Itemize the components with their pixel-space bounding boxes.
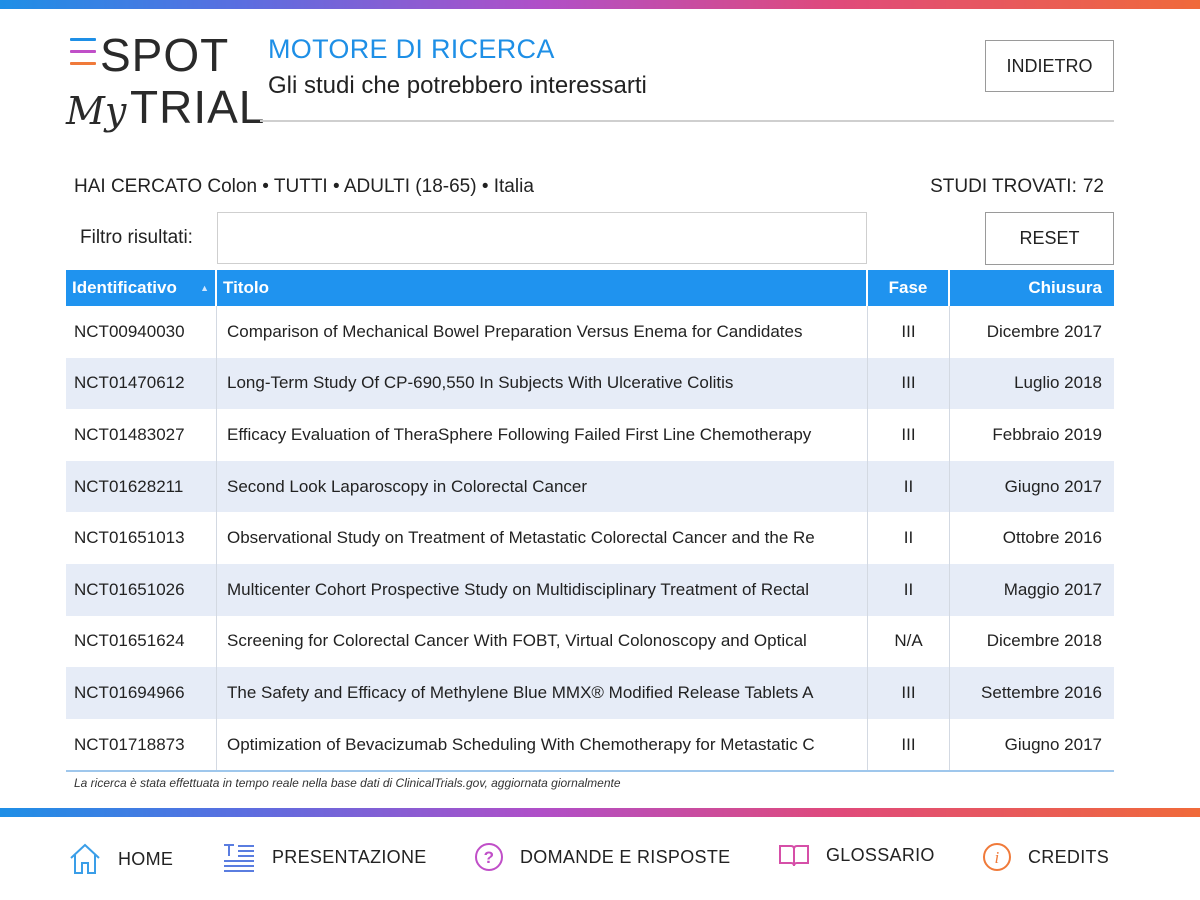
question-icon: ?: [475, 843, 503, 871]
cell-phase: II: [868, 563, 950, 616]
filter-input[interactable]: [217, 212, 867, 264]
table-row[interactable]: NCT01651013 Observational Study on Treat…: [66, 512, 1114, 564]
results-count: STUDI TROVATI: 72: [930, 176, 1104, 198]
nav-home-label: HOME: [118, 848, 174, 869]
nav-credits[interactable]: i CREDITS: [982, 842, 1109, 872]
cell-closing: Giugno 2017: [1004, 476, 1102, 496]
nav-glossary[interactable]: GLOSSARIO: [778, 842, 935, 868]
cell-id: NCT01470612: [66, 357, 217, 410]
cell-phase: III: [868, 667, 950, 719]
cell-id: NCT01651624: [66, 615, 217, 668]
results-table: Identificativo ▲ Titolo Fase Chiusura NC…: [66, 270, 1114, 773]
cell-closing: Dicembre 2017: [986, 321, 1102, 341]
cell-id: NCT01651013: [66, 512, 217, 564]
cell-phase: III: [868, 357, 950, 410]
cell-title: Multicenter Cohort Prospective Study on …: [217, 563, 868, 616]
cell-id: NCT01651026: [66, 563, 217, 616]
svg-text:?: ?: [484, 848, 495, 867]
data-source-note: La ricerca è stata effettuata in tempo r…: [74, 776, 621, 790]
column-header-phase[interactable]: Fase: [868, 270, 950, 306]
nav-home[interactable]: HOME: [68, 842, 173, 876]
presentation-icon: [224, 844, 254, 872]
column-header-closing[interactable]: Chiusura: [950, 270, 1114, 306]
table-row[interactable]: NCT01470612 Long-Term Study Of CP-690,55…: [66, 357, 1114, 410]
results-count-label: STUDI TROVATI:: [930, 176, 1077, 197]
cell-phase: II: [868, 512, 950, 564]
logo-trial-text: TRIAL: [130, 81, 266, 133]
cell-phase: III: [868, 306, 950, 358]
info-icon: i: [983, 843, 1011, 871]
cell-closing: Settembre 2016: [981, 682, 1102, 702]
book-icon: [779, 845, 809, 867]
filter-label: Filtro risultati:: [80, 227, 193, 248]
logo-my-text: My: [66, 89, 127, 133]
cell-closing: Giugno 2017: [1004, 734, 1102, 754]
cell-title: Long-Term Study Of CP-690,550 In Subject…: [217, 357, 868, 410]
results-count-value: 72: [1082, 176, 1104, 197]
search-summary: HAI CERCATO Colon • TUTTI • ADULTI (18-6…: [74, 176, 534, 197]
nav-glossary-label: GLOSSARIO: [826, 844, 935, 865]
sort-icon: ▲: [200, 283, 209, 293]
logo-lines: [70, 38, 96, 74]
page-subtitle: Gli studi che potrebbero interessarti: [268, 72, 647, 99]
cell-phase: II: [868, 460, 950, 513]
logo-spot-text: SPOT: [100, 29, 230, 81]
cell-title: Comparison of Mechanical Bowel Preparati…: [217, 306, 868, 358]
cell-id: NCT01483027: [66, 409, 217, 461]
cell-closing: Febbraio 2019: [992, 424, 1102, 444]
cell-id: NCT01718873: [66, 718, 217, 771]
nav-faq-label: DOMANDE E RISPOSTE: [520, 846, 731, 867]
nav-presentation-label: PRESENTAZIONE: [272, 846, 427, 867]
column-header-title[interactable]: Titolo: [217, 270, 868, 306]
table-row[interactable]: NCT01628211 Second Look Laparoscopy in C…: [66, 460, 1114, 513]
cell-phase: III: [868, 718, 950, 771]
cell-title: Optimization of Bevacizumab Scheduling W…: [217, 718, 868, 771]
cell-closing: Luglio 2018: [1014, 373, 1102, 393]
bottom-nav: HOME PRESENTAZIONE ? DOMANDE E RISPOSTE …: [0, 826, 1200, 896]
top-gradient-bar: [0, 0, 1200, 9]
cell-title: The Safety and Efficacy of Methylene Blu…: [217, 667, 868, 719]
table-row[interactable]: NCT01694966 The Safety and Efficacy of M…: [66, 667, 1114, 719]
column-header-id-label: Identificativo: [72, 278, 177, 297]
home-icon: [70, 843, 100, 874]
nav-credits-label: CREDITS: [1028, 846, 1110, 867]
cell-phase: III: [868, 409, 950, 461]
cell-title: Second Look Laparoscopy in Colorectal Ca…: [217, 460, 868, 513]
nav-faq[interactable]: ? DOMANDE E RISPOSTE: [474, 842, 730, 872]
back-button[interactable]: INDIETRO: [985, 40, 1114, 92]
cell-title: Screening for Colorectal Cancer With FOB…: [217, 615, 868, 668]
table-bottom-border: [66, 770, 1114, 773]
svg-text:i: i: [994, 848, 999, 867]
table-row[interactable]: NCT01651026 Multicenter Cohort Prospecti…: [66, 563, 1114, 616]
cell-title: Efficacy Evaluation of TheraSphere Follo…: [217, 409, 868, 461]
table-row[interactable]: NCT01651624 Screening for Colorectal Can…: [66, 615, 1114, 668]
column-header-id[interactable]: Identificativo ▲: [66, 270, 217, 306]
table-row[interactable]: NCT00940030 Comparison of Mechanical Bow…: [66, 306, 1114, 358]
page-title: MOTORE DI RICERCA: [268, 34, 555, 64]
cell-id: NCT01628211: [66, 460, 217, 513]
cell-closing: Ottobre 2016: [1002, 528, 1102, 548]
cell-closing: Maggio 2017: [1003, 579, 1102, 599]
spot-my-trial-logo: SPOT My TRIAL: [66, 29, 264, 140]
reset-button[interactable]: RESET: [985, 212, 1114, 265]
cell-closing: Dicembre 2018: [986, 631, 1102, 651]
table-row[interactable]: NCT01718873 Optimization of Bevacizumab …: [66, 718, 1114, 771]
header-divider: [260, 120, 1114, 122]
table-row[interactable]: NCT01483027 Efficacy Evaluation of Thera…: [66, 409, 1114, 461]
nav-presentation[interactable]: PRESENTAZIONE: [222, 842, 427, 872]
table-header: Identificativo ▲ Titolo Fase Chiusura: [66, 270, 1114, 306]
cell-phase: N/A: [868, 615, 950, 668]
cell-id: NCT01694966: [66, 667, 217, 719]
cell-id: NCT00940030: [66, 306, 217, 358]
nav-gradient-bar: [0, 808, 1200, 817]
cell-title: Observational Study on Treatment of Meta…: [217, 512, 868, 564]
